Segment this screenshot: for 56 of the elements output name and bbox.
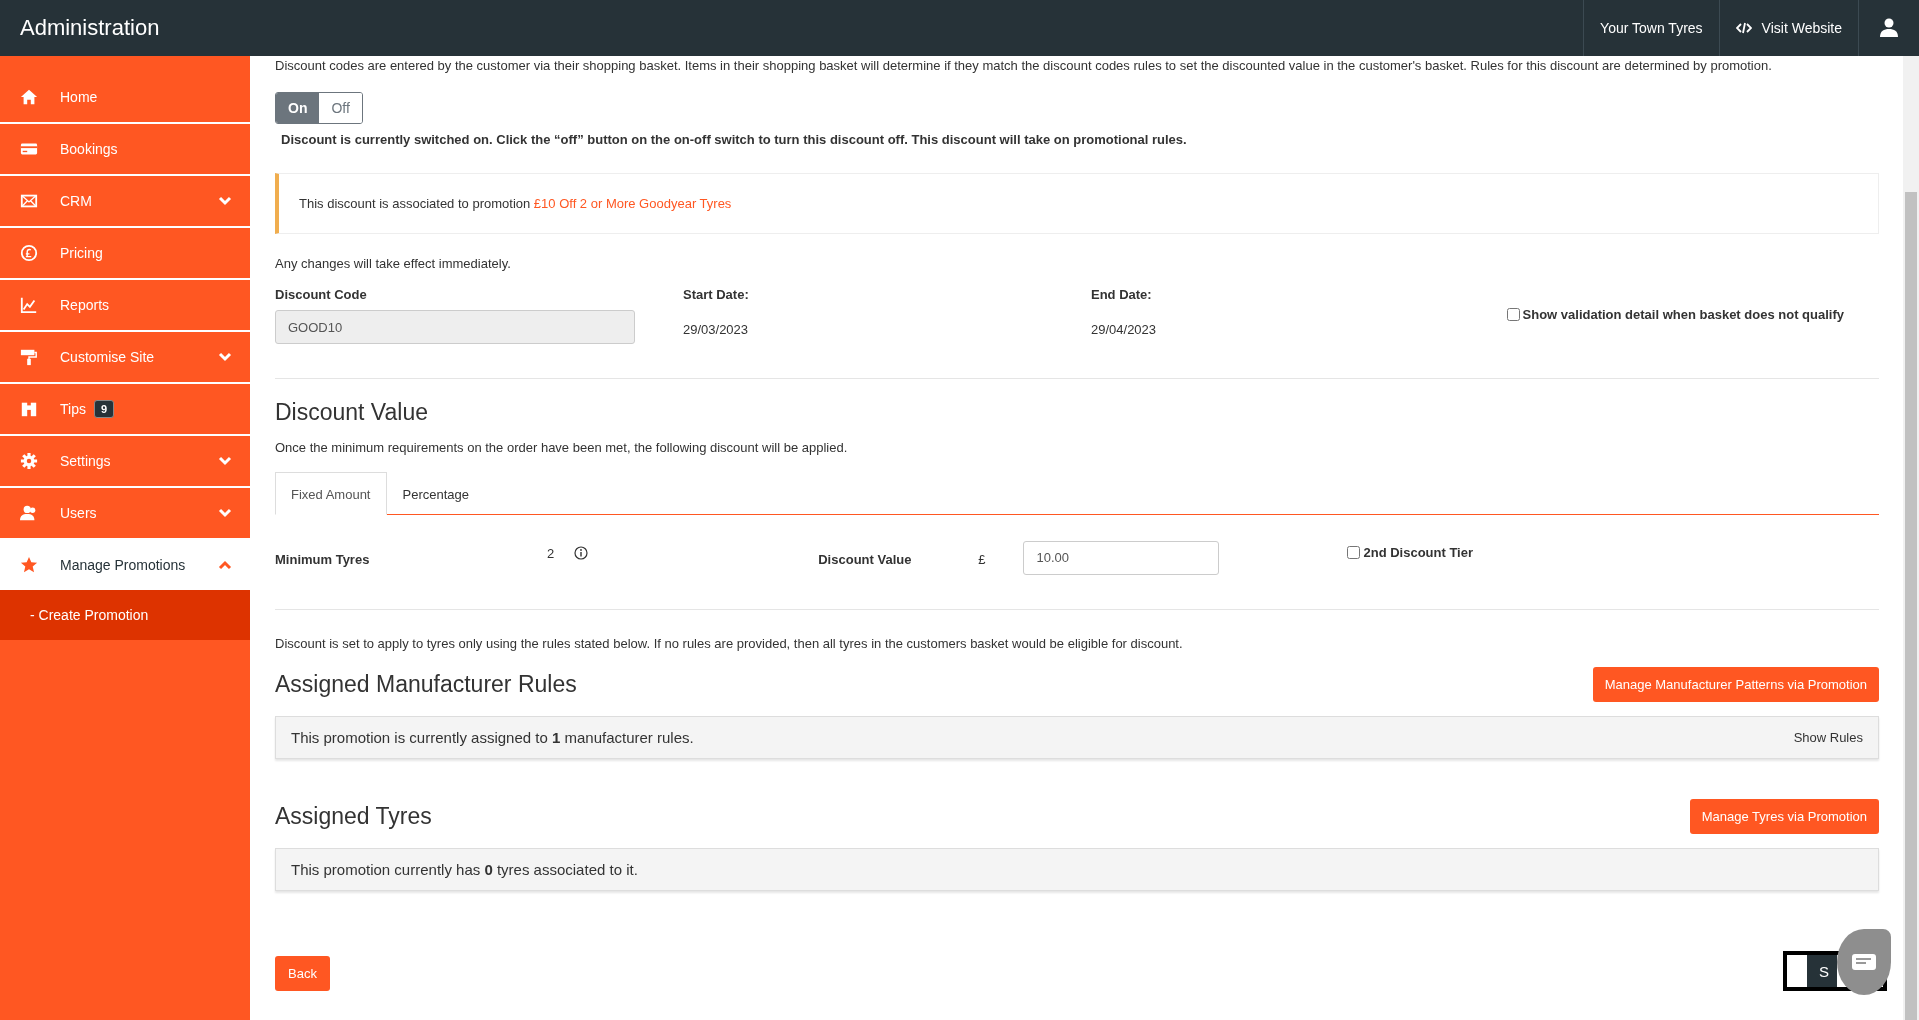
app-title: Administration <box>19 15 160 41</box>
tab[interactable]: Percentage <box>386 471 485 515</box>
manage-button[interactable]: Manage Tyres via Promotion <box>1689 799 1879 834</box>
changes-note: Any changes will take effect immediately. <box>275 254 512 273</box>
summary-text: This promotion currently has 0 tyres associated to it. <box>291 861 638 878</box>
binoculars-icon <box>20 400 38 418</box>
section-heading: Assigned Tyres <box>275 803 432 830</box>
discount-value-field[interactable]: 10.00 <box>1023 540 1220 575</box>
checkbox-label: Show validation detail when basket does not qualify <box>1522 307 1844 322</box>
count-badge: 9 <box>93 400 115 418</box>
back-button[interactable]: Back <box>275 956 330 991</box>
tab[interactable]: Fixed Amount <box>275 471 387 515</box>
info-icon[interactable] <box>574 545 589 560</box>
manage-button[interactable]: Manage Manufacturer Patterns via Promotion <box>1592 667 1879 702</box>
checkbox[interactable] <box>1347 546 1361 559</box>
alert-text: This discount is associated to promotion <box>299 195 531 211</box>
pound-coin-icon <box>20 244 38 262</box>
section-heading: Assigned Manufacturer Rules <box>275 671 577 698</box>
sidebar-item[interactable]: Manage Promotions <box>0 540 250 590</box>
sidebar-subitem[interactable]: - Create Promotion <box>0 590 250 640</box>
code-icon <box>1735 22 1752 34</box>
users-icon <box>20 504 38 522</box>
checkbox[interactable] <box>1506 308 1520 321</box>
date-value: 29/04/2023 <box>1091 322 1158 337</box>
field-label: Discount Code <box>275 287 368 302</box>
field-label: Start Date: <box>683 287 750 302</box>
field-label: Discount Value <box>818 552 913 567</box>
paint-roller-icon <box>20 348 38 366</box>
line-chart-icon <box>20 296 38 314</box>
section-description: Once the minimum requirements on the order have been met, the following discount will be applied. <box>275 439 849 457</box>
field-label: Minimum Tyres <box>275 552 371 567</box>
home-icon <box>20 88 38 106</box>
chat-button[interactable] <box>1837 929 1891 995</box>
intro-text: Discount codes are entered by the customer via their shopping basket. Items in their shopping basket will determine if they match the discount codes rules to set the discounted value in the customer's basket. Rules for this discount are determined by promotion. <box>275 57 1773 75</box>
section-heading: Discount Value <box>275 399 429 426</box>
scrollbar[interactable] <box>1903 56 1919 1020</box>
user-icon <box>1879 16 1899 37</box>
star-icon <box>20 556 38 574</box>
header-link[interactable]: Visit Website <box>1718 0 1858 56</box>
switch-note: Discount is currently switched on. Click the “off” button on the on-off switch to turn this discount off. This discount will take on promotional rules. <box>281 131 1188 147</box>
field-label: End Date: <box>1091 287 1153 302</box>
discount-code-field[interactable]: GOOD10 <box>275 310 635 344</box>
currency-symbol: £ <box>978 552 986 567</box>
summary-text: This promotion is currently assigned to 1 manufacturer rules. <box>291 729 694 746</box>
show-rules-link[interactable]: Show Rules <box>1793 730 1863 745</box>
save-button[interactable]: S <box>1807 955 1837 987</box>
checkbox-label: 2nd Discount Tier <box>1363 545 1474 560</box>
date-value: 29/03/2023 <box>683 322 750 337</box>
minimum-tyres-value: 2 <box>547 546 555 561</box>
promotion-link[interactable]: £10 Off 2 or More Goodyear Tyres <box>533 195 732 211</box>
envelope-icon <box>20 192 38 210</box>
rules-note: Discount is set to apply to tyres only using the rules stated below. If no rules are provided, then all tyres in the customers basket would be eligible for discount. <box>275 634 1184 653</box>
header-link[interactable]: Your Town Tyres <box>1583 0 1719 56</box>
switch-option[interactable]: On <box>276 92 320 123</box>
gear-icon <box>20 452 38 470</box>
chat-icon <box>1852 954 1876 970</box>
